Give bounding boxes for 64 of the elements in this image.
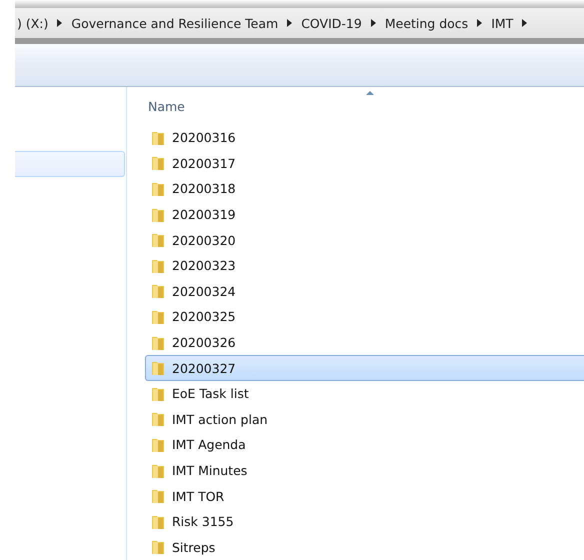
breadcrumb[interactable]: Governance and Resilience Team [71, 16, 278, 30]
folder-row[interactable]: 20200317 [145, 150, 584, 176]
address-bar[interactable]: ) (X:) Governance and Resilience Team COVID-19 Meeting docs IMT [15, 8, 584, 44]
folder-row[interactable]: 20200326 [145, 330, 584, 356]
folder-icon [151, 283, 165, 300]
folder-row[interactable]: 20200323 [145, 252, 584, 279]
folder-name: IMT Agenda [172, 437, 246, 452]
folder-name: 20200320 [172, 232, 236, 248]
folder-name: 20200326 [172, 335, 236, 350]
folder-row[interactable]: Risk 3155 [145, 508, 584, 534]
folder-icon [151, 386, 165, 402]
folder-icon [151, 411, 165, 428]
folder-icon [151, 360, 165, 376]
folder-name: Sitreps [172, 540, 216, 555]
folder-icon [151, 308, 165, 325]
folder-name: 20200327 [172, 360, 236, 376]
folder-name: 20200324 [172, 284, 236, 299]
folder-name: IMT Minutes [172, 463, 248, 478]
breadcrumb[interactable]: Meeting docs [384, 16, 468, 30]
chevron-right-icon [522, 19, 528, 27]
folder-icon [151, 232, 165, 248]
chevron-right-icon [287, 19, 292, 27]
folder-row[interactable]: 20200325 [145, 304, 584, 330]
breadcrumb[interactable]: ) (X:) [17, 16, 48, 30]
folder-icon [151, 514, 165, 530]
folder-name: IMT action plan [172, 412, 268, 427]
folder-name: EoE Task list [172, 386, 249, 402]
chevron-right-icon [57, 19, 62, 27]
folder-icon [151, 436, 165, 453]
folder-name: 20200318 [172, 181, 236, 196]
folder-row[interactable]: IMT Agenda [145, 432, 584, 458]
breadcrumb[interactable]: IMT [491, 16, 514, 30]
folder-icon [151, 539, 165, 556]
folder-row[interactable]: IMT Minutes [145, 458, 584, 484]
folder-row[interactable]: 20200318 [145, 176, 584, 202]
folder-row[interactable]: IMT TOR [145, 483, 584, 509]
folder-row[interactable]: 20200324 [145, 278, 584, 304]
chevron-right-icon [477, 19, 482, 27]
folder-row[interactable]: EoE Task list [145, 380, 584, 407]
folder-icon [151, 130, 165, 146]
column-header[interactable]: Name [145, 98, 185, 114]
folder-row[interactable]: 20200319 [145, 202, 584, 228]
folder-icon [151, 206, 165, 223]
folder-icon [151, 462, 165, 479]
folder-row[interactable]: 20200320 [145, 227, 584, 253]
folder-row[interactable]: Sitreps [145, 534, 584, 560]
folder-row[interactable]: 20200327 [145, 355, 584, 381]
folder-name: 20200325 [172, 309, 236, 324]
folder-name: 20200317 [172, 156, 236, 171]
folder-name: 20200319 [172, 207, 236, 222]
folder-icon [151, 155, 165, 172]
folder-name: 20200316 [172, 130, 236, 146]
folder-name: IMT TOR [172, 488, 224, 504]
chevron-right-icon [370, 19, 376, 27]
navigation-item[interactable] [15, 151, 125, 177]
folder-icon [151, 488, 165, 504]
folder-icon [151, 180, 165, 197]
folder-row[interactable]: 20200316 [145, 125, 584, 151]
folder-icon [151, 258, 165, 274]
folder-name: 20200323 [172, 258, 236, 274]
folder-row[interactable]: IMT action plan [145, 406, 584, 432]
breadcrumb[interactable]: COVID-19 [301, 16, 362, 30]
folder-name: Risk 3155 [172, 514, 234, 530]
folder-icon [151, 334, 165, 351]
